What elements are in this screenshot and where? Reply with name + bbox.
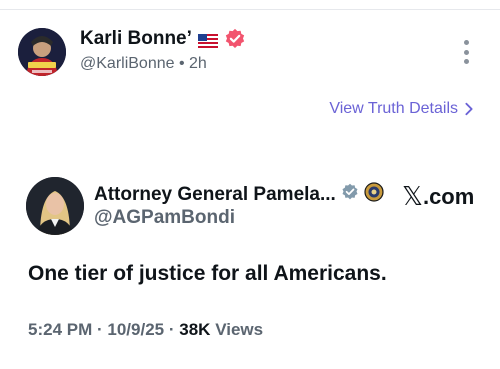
more-vertical-icon[interactable] bbox=[458, 40, 474, 64]
footer-separator: · bbox=[168, 320, 175, 339]
embedded-post-time: 5:24 PM bbox=[28, 320, 93, 339]
doj-seal-icon bbox=[364, 182, 384, 208]
view-truth-details-label: View Truth Details bbox=[329, 100, 458, 117]
embedded-post-footer: 5:24 PM · 10/9/25 · 38K Views bbox=[28, 320, 263, 340]
author-name[interactable]: Karli Bonne’ bbox=[80, 28, 192, 50]
footer-separator: · bbox=[96, 320, 103, 339]
embedded-author-avatar[interactable] bbox=[26, 177, 84, 235]
post-card: Karli Bonne’ @KarliBonne • 2h View Truth… bbox=[0, 0, 500, 369]
embedded-name-row: Attorney General Pamela... bbox=[94, 182, 384, 208]
verified-badge-icon bbox=[224, 28, 246, 50]
gray-verified-badge-icon bbox=[341, 183, 359, 207]
views-label: Views bbox=[215, 320, 264, 339]
post-time: 2h bbox=[189, 55, 207, 72]
embedded-post-text: One tier of justice for all Americans. bbox=[28, 262, 387, 285]
view-truth-details-link[interactable]: View Truth Details bbox=[329, 100, 474, 118]
top-divider bbox=[0, 9, 500, 10]
views-count: 38K bbox=[179, 320, 211, 339]
author-avatar[interactable] bbox=[18, 28, 66, 76]
author-meta: @KarliBonne • 2h bbox=[80, 55, 207, 73]
author-handle[interactable]: @KarliBonne bbox=[80, 55, 175, 72]
x-source-label[interactable]: 𝕏 .com bbox=[402, 182, 474, 212]
x-source-text: .com bbox=[422, 184, 475, 209]
us-flag-icon bbox=[197, 32, 218, 48]
meta-separator: • bbox=[178, 55, 185, 72]
embedded-post-date: 10/9/25 bbox=[107, 320, 165, 339]
embedded-author-handle[interactable]: @AGPamBondi bbox=[94, 207, 235, 229]
author-name-row: Karli Bonne’ bbox=[80, 28, 246, 50]
chevron-right-icon bbox=[465, 102, 473, 116]
embedded-author-name[interactable]: Attorney General Pamela... bbox=[94, 184, 336, 206]
x-logo-icon: 𝕏 bbox=[402, 182, 423, 212]
